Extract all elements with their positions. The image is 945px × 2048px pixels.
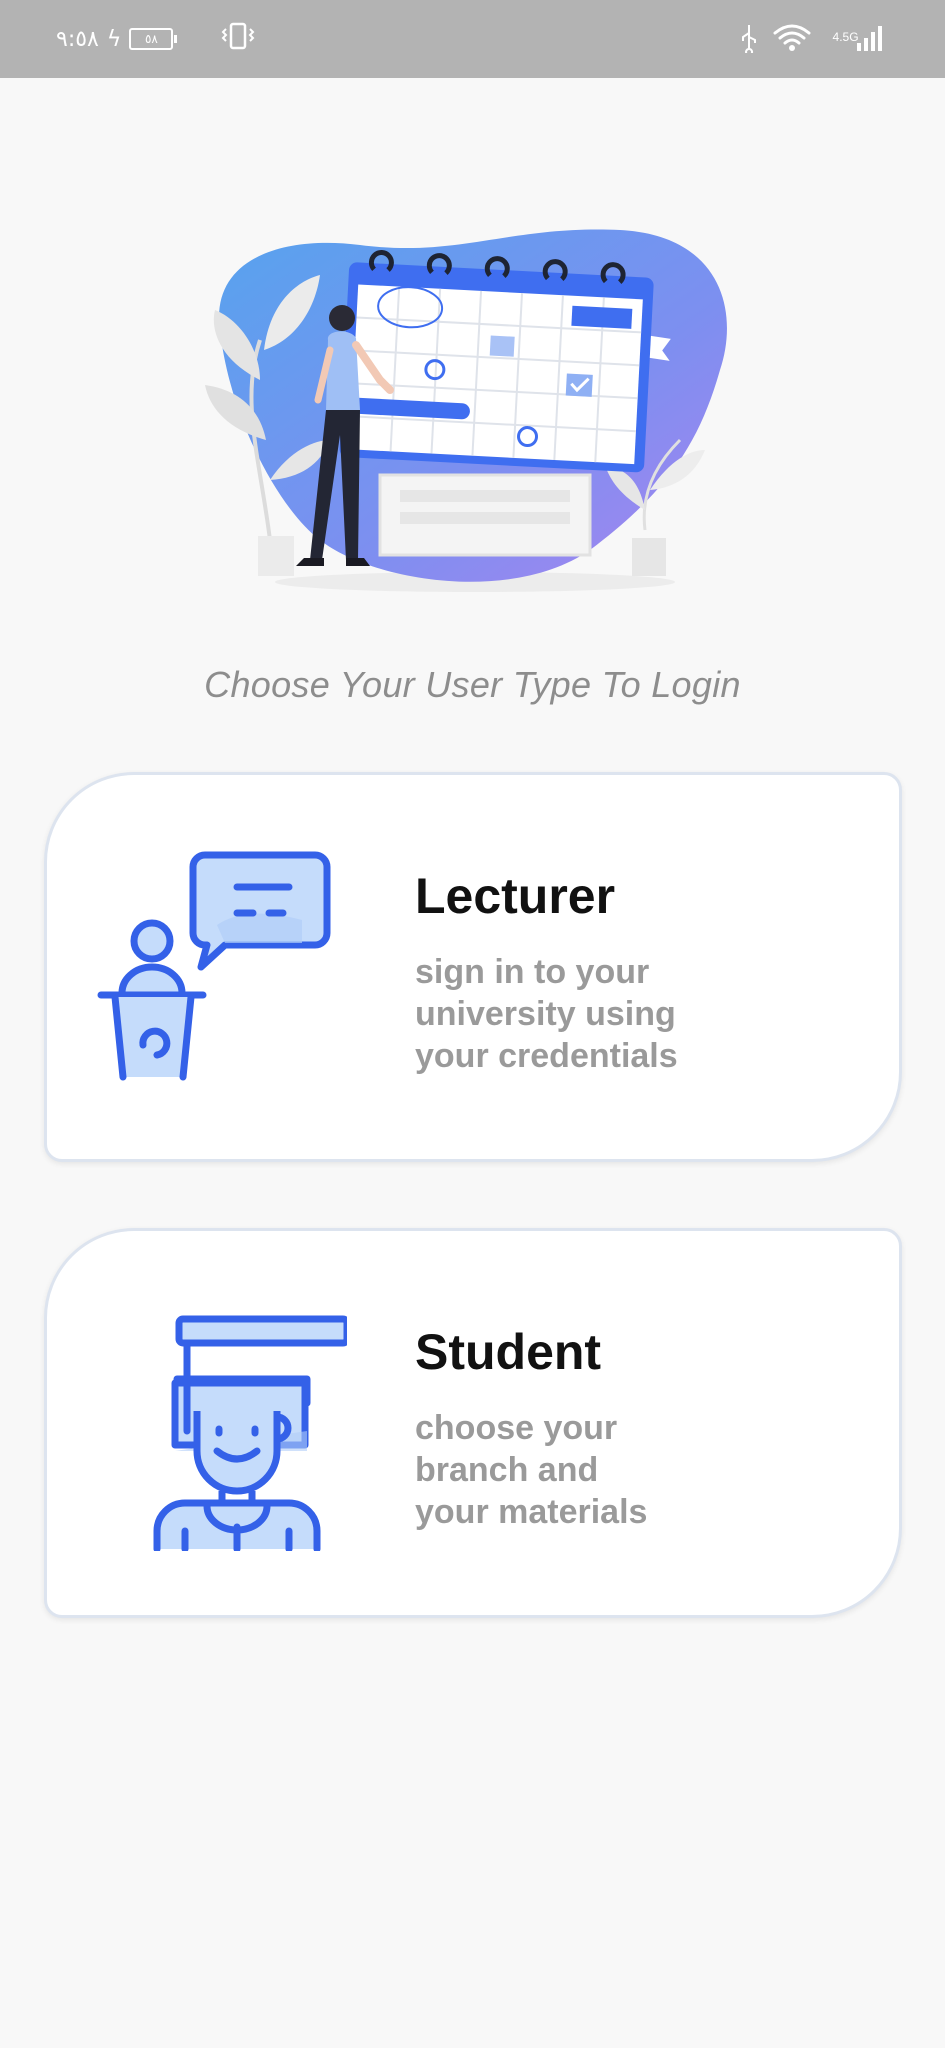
signal-icon: 4.5G <box>825 23 885 58</box>
charging-icon: ϟ <box>106 26 122 52</box>
student-graduate-icon <box>97 1301 351 1553</box>
student-title: Student <box>415 1324 602 1380</box>
status-time: ٩:٥٨ <box>56 26 99 52</box>
wifi-icon <box>773 23 811 58</box>
student-description: choose your branch and your materials <box>415 1409 648 1531</box>
lecturer-podium-icon <box>97 845 347 1095</box>
lecturer-title: Lecturer <box>415 868 616 924</box>
lecturer-description: sign in to your university using your cr… <box>415 953 678 1075</box>
login-subtitle: Choose Your User Type To Login <box>204 664 741 705</box>
hero-illustration <box>200 220 750 600</box>
status-left: ٩:٥٨ ϟ ٥٨ <box>56 22 255 56</box>
student-card[interactable]: Student choose your branch and your mate… <box>44 1228 902 1618</box>
battery-icon: ٥٨ <box>129 28 178 50</box>
usb-icon <box>739 23 759 58</box>
vibrate-icon <box>221 21 255 57</box>
status-bar: ٩:٥٨ ϟ ٥٨ 4.5G <box>0 0 945 78</box>
status-right: 4.5G <box>739 20 885 60</box>
network-type: 4.5G <box>832 29 859 44</box>
lecturer-card[interactable]: Lecturer sign in to your university usin… <box>44 772 902 1162</box>
battery-level: ٥٨ <box>144 32 158 46</box>
